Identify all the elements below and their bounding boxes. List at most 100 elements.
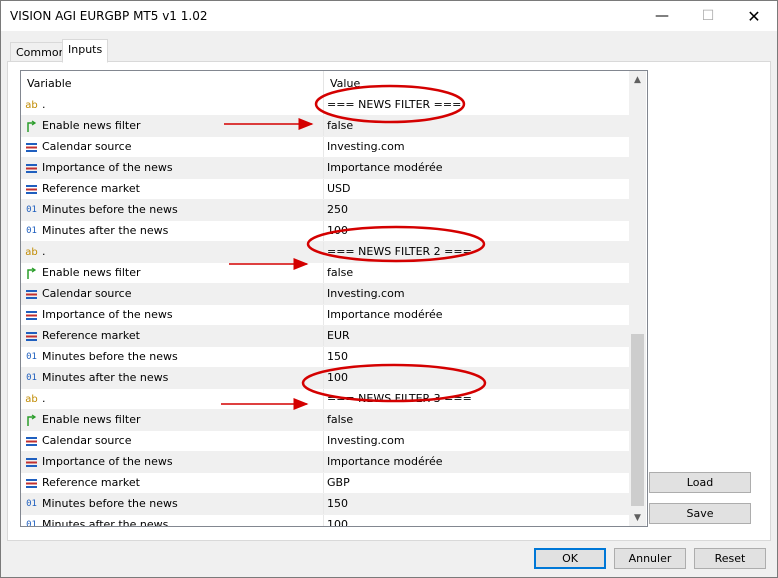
maximize-icon: ☐ — [701, 8, 715, 24]
table-row[interactable]: 01 Minutes after the news 100 — [21, 221, 629, 242]
row-value[interactable]: Investing.com — [327, 431, 405, 451]
save-button[interactable]: Save — [649, 503, 751, 524]
row-value[interactable]: 150 — [327, 347, 348, 367]
ok-button[interactable]: OK — [534, 548, 606, 569]
row-value[interactable]: EUR — [327, 326, 350, 346]
table-row[interactable]: ab. === NEWS FILTER === — [21, 95, 629, 116]
table-row[interactable]: Importance of the news Importance modérée — [21, 158, 629, 179]
row-variable: Importance of the news — [25, 452, 173, 472]
row-value[interactable]: 250 — [327, 200, 348, 220]
cancel-button[interactable]: Annuler — [614, 548, 686, 569]
column-divider — [323, 137, 324, 157]
row-value[interactable]: === NEWS FILTER 2 === — [327, 242, 472, 262]
column-divider — [323, 200, 324, 220]
row-variable: Calendar source — [25, 431, 132, 451]
table-row[interactable]: 01 Minutes before the news 150 — [21, 494, 629, 515]
title-bar[interactable]: VISION AGI EURGBP MT5 v1 1.02 — ☐ ✕ — [1, 1, 777, 31]
row-variable-label: Calendar source — [42, 434, 132, 447]
row-variable-label: Minutes after the news — [42, 518, 169, 527]
column-divider — [323, 473, 324, 493]
row-variable-label: . — [42, 245, 46, 258]
list-type-icon — [25, 288, 38, 301]
table-row[interactable]: 01 Minutes after the news 100 — [21, 515, 629, 527]
row-value[interactable]: Investing.com — [327, 137, 405, 157]
row-variable: 01 Minutes after the news — [25, 368, 168, 388]
tab-inputs[interactable]: Inputs — [62, 39, 109, 63]
row-value[interactable]: USD — [327, 179, 351, 199]
table-row[interactable]: Enable news filter false — [21, 263, 629, 284]
reset-button[interactable]: Reset — [694, 548, 766, 569]
row-value[interactable]: Importance modérée — [327, 305, 443, 325]
row-value[interactable]: === NEWS FILTER === — [327, 95, 461, 115]
row-value[interactable]: 100 — [327, 221, 348, 241]
row-value[interactable]: GBP — [327, 473, 350, 493]
row-variable: ab. — [25, 242, 46, 262]
scroll-down-icon[interactable]: ▼ — [629, 509, 646, 526]
column-divider — [323, 263, 324, 283]
number-type-icon: 01 — [26, 498, 37, 509]
row-variable-label: Minutes before the news — [42, 203, 178, 216]
list-type-icon — [25, 435, 38, 448]
row-value[interactable]: false — [327, 410, 353, 430]
load-button[interactable]: Load — [649, 472, 751, 493]
table-row[interactable]: Calendar source Investing.com — [21, 137, 629, 158]
table-row[interactable]: Reference market GBP — [21, 473, 629, 494]
column-header-value[interactable]: Value — [324, 71, 360, 96]
close-icon[interactable]: ✕ — [731, 1, 777, 31]
column-divider — [323, 116, 324, 136]
row-value[interactable]: 100 — [327, 368, 348, 388]
table-row[interactable]: Reference market USD — [21, 179, 629, 200]
scroll-up-icon[interactable]: ▲ — [629, 71, 646, 88]
vertical-scrollbar[interactable]: ▲ ▼ — [629, 71, 646, 526]
row-variable: Enable news filter — [25, 410, 141, 430]
row-variable: 01 Minutes before the news — [25, 347, 178, 367]
row-variable: Reference market — [25, 179, 140, 199]
list-type-icon — [25, 183, 38, 196]
inputs-grid: Variable Value ab. === NEWS FILTER === Ena… — [20, 70, 648, 527]
column-divider — [323, 179, 324, 199]
text-type-icon: ab — [25, 99, 38, 111]
table-row[interactable]: 01 Minutes before the news 150 — [21, 347, 629, 368]
row-variable-label: Reference market — [42, 182, 140, 195]
table-row[interactable]: Calendar source Investing.com — [21, 284, 629, 305]
table-row[interactable]: 01 Minutes after the news 100 — [21, 368, 629, 389]
row-variable-label: . — [42, 98, 46, 111]
table-row[interactable]: Enable news filter false — [21, 116, 629, 137]
row-value[interactable]: 150 — [327, 494, 348, 514]
row-variable: 01 Minutes after the news — [25, 515, 169, 527]
column-divider — [323, 431, 324, 451]
table-row[interactable]: Reference market EUR — [21, 326, 629, 347]
row-variable: Calendar source — [25, 137, 132, 157]
row-variable: Reference market — [25, 326, 140, 346]
row-variable-label: Importance of the news — [42, 161, 173, 174]
row-variable: Reference market — [25, 473, 140, 493]
row-variable-label: Importance of the news — [42, 308, 173, 321]
row-value[interactable]: Importance modérée — [327, 158, 443, 178]
table-row[interactable]: ab. === NEWS FILTER 3 === — [21, 389, 629, 410]
row-variable: 01 Minutes before the news — [25, 200, 178, 220]
table-row[interactable]: Calendar source Investing.com — [21, 431, 629, 452]
row-value[interactable]: === NEWS FILTER 3 === — [327, 389, 472, 409]
row-value[interactable]: 100 — [327, 515, 348, 526]
row-variable-label: Minutes before the news — [42, 350, 178, 363]
minimize-icon[interactable]: — — [639, 1, 685, 31]
row-variable: Calendar source — [25, 284, 132, 304]
column-divider — [323, 95, 324, 115]
scroll-thumb[interactable] — [631, 334, 644, 506]
row-value[interactable]: false — [327, 116, 353, 136]
table-row[interactable]: ab. === NEWS FILTER 2 === — [21, 242, 629, 263]
table-row[interactable]: 01 Minutes before the news 250 — [21, 200, 629, 221]
table-row[interactable]: Importance of the news Importance modérée — [21, 452, 629, 473]
number-type-icon: 01 — [26, 372, 37, 383]
row-variable: Importance of the news — [25, 305, 173, 325]
table-row[interactable]: Importance of the news Importance modérée — [21, 305, 629, 326]
row-variable-label: Enable news filter — [42, 119, 141, 132]
list-type-icon — [25, 330, 38, 343]
table-row[interactable]: Enable news filter false — [21, 410, 629, 431]
number-type-icon: 01 — [26, 519, 37, 527]
row-value[interactable]: Importance modérée — [327, 452, 443, 472]
row-value[interactable]: Investing.com — [327, 284, 405, 304]
row-variable-label: . — [42, 392, 46, 405]
column-header-variable[interactable]: Variable — [21, 71, 72, 96]
row-value[interactable]: false — [327, 263, 353, 283]
